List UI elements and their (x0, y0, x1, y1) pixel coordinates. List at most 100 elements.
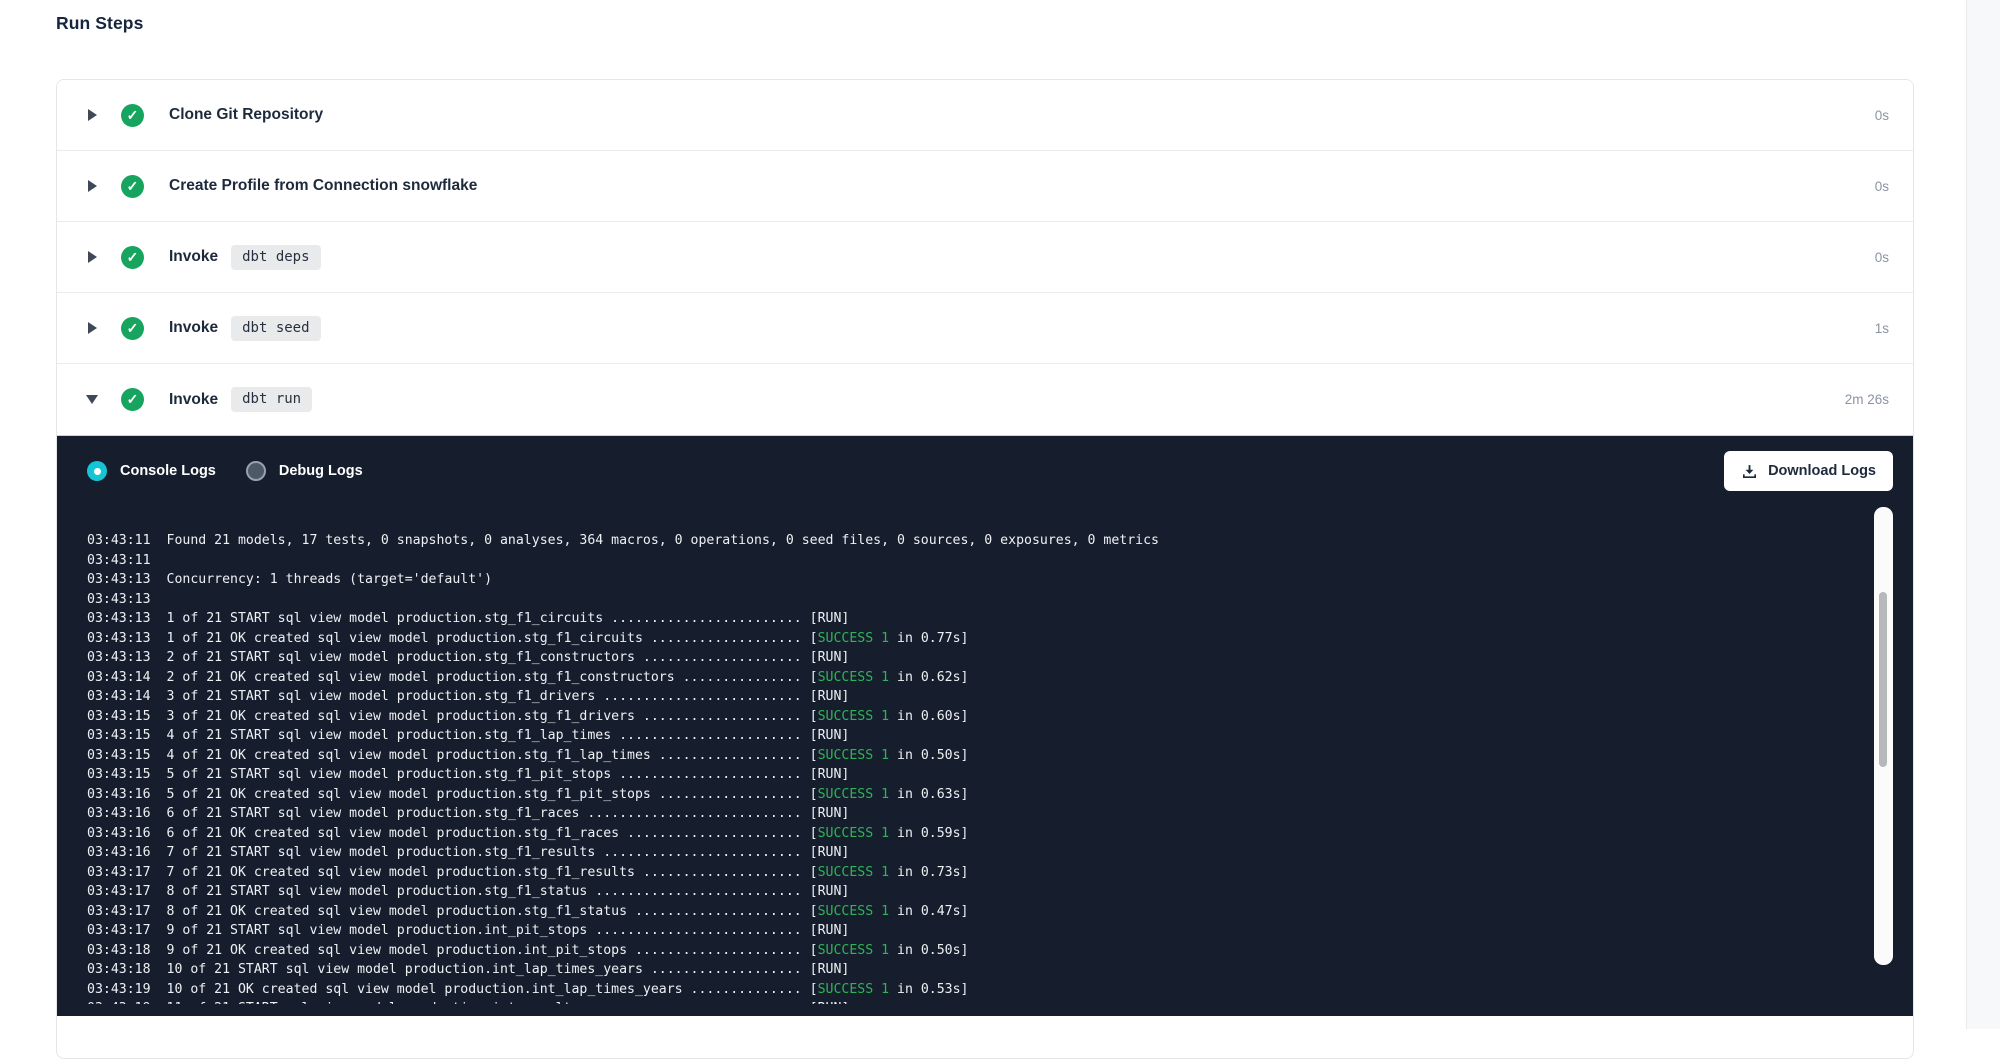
log-timestamp: 03:43:17 (87, 884, 151, 899)
log-timestamp: 03:43:11 (87, 553, 151, 568)
log-status-success: SUCCESS 1 (818, 709, 889, 724)
step-row[interactable]: ✓ Invoke dbt run 2m 26s (57, 364, 1913, 435)
log-status: [RUN] (802, 1001, 850, 1004)
log-line: 03:43:166 of 21 OK created sql view mode… (87, 824, 1853, 844)
step-command-badge: dbt deps (231, 245, 320, 270)
step-row[interactable]: ✓ Invoke dbt deps 0s (57, 222, 1913, 293)
log-message: 2 of 21 START sql view model production.… (167, 650, 802, 665)
log-line: 03:43:154 of 21 START sql view model pro… (87, 726, 1853, 746)
download-logs-button[interactable]: Download Logs (1724, 451, 1893, 491)
console-log-view[interactable]: 03:43:11 Found 21 models, 17 tests, 0 sna… (87, 502, 1853, 1004)
log-timestamp: 03:43:14 (87, 689, 151, 704)
log-message: 1 of 21 OK created sql view model produc… (167, 631, 802, 646)
success-check-icon: ✓ (121, 246, 144, 269)
log-message: 6 of 21 START sql view model production.… (167, 806, 802, 821)
log-timestamp: 03:43:18 (87, 962, 151, 977)
log-status: [SUCCESS 1 in 0.53s] (802, 982, 969, 997)
log-status-success: SUCCESS 1 (818, 904, 889, 919)
log-status: [SUCCESS 1 in 0.60s] (802, 709, 969, 724)
log-line: 03:43:13Concurrency: 1 threads (target='… (87, 570, 1853, 590)
step-duration: 0s (1875, 179, 1889, 194)
log-timestamp: 03:43:13 (87, 631, 151, 646)
log-scrollbar-thumb[interactable] (1879, 592, 1887, 767)
log-message: 8 of 21 START sql view model production.… (167, 884, 802, 899)
log-status-success: SUCCESS 1 (818, 787, 889, 802)
log-status: [RUN] (802, 923, 850, 938)
step-row[interactable]: ✓Invokedbt seed1s (57, 293, 1913, 364)
step-title: Invoke (169, 391, 218, 409)
step-command-badge: dbt run (231, 387, 312, 412)
log-message: 10 of 21 OK created sql view model produ… (167, 982, 802, 997)
log-status-success: SUCCESS 1 (818, 670, 889, 685)
chevron-right-icon[interactable] (85, 319, 99, 337)
log-message: 1 of 21 START sql view model production.… (167, 611, 802, 626)
log-timestamp: 03:43:16 (87, 787, 151, 802)
chevron-right-icon[interactable] (85, 106, 99, 124)
log-message: Found 21 models, 17 tests, 0 snapshots, … (167, 533, 1159, 548)
log-timestamp: 03:43:13 (87, 611, 151, 626)
log-timestamp: 03:43:15 (87, 767, 151, 782)
step-title: Invoke (169, 248, 218, 266)
log-status-success: SUCCESS 1 (818, 748, 889, 763)
page-right-gutter (1966, 0, 2000, 1029)
log-timestamp: 03:43:11 (87, 533, 151, 548)
log-lines: 03:43:11 Found 21 models, 17 tests, 0 sna… (87, 531, 1853, 1004)
log-timestamp: 03:43:15 (87, 709, 151, 724)
log-line: 03:43:1910 of 21 OK created sql view mod… (87, 980, 1853, 1000)
console-header: Console Logs Debug Logs Download Logs (57, 436, 1913, 502)
log-line: 03:43:177 of 21 OK created sql view mode… (87, 863, 1853, 883)
log-line: 03:43:143 of 21 START sql view model pro… (87, 687, 1853, 707)
radio-icon-debug-logs[interactable] (246, 461, 266, 481)
log-line: 03:43:16 7 of 21 START sql view model pro… (87, 843, 1853, 863)
log-line: 03:43:1911 of 21 START sql view model pr… (87, 999, 1853, 1004)
log-line: 03:43:16 6 of 21 START sql view model pro… (87, 804, 1853, 824)
step-duration: 2m 26s (1845, 392, 1889, 407)
chevron-right-icon[interactable] (85, 248, 99, 266)
log-message: 3 of 21 OK created sql view model produc… (167, 709, 802, 724)
log-message: 7 of 21 START sql view model production.… (167, 845, 802, 860)
log-status: [RUN] (802, 845, 850, 860)
log-status: [RUN] (802, 884, 850, 899)
radio-icon-console-logs[interactable] (87, 461, 107, 481)
log-status: [SUCCESS 1 in 0.50s] (802, 748, 969, 763)
log-status: [SUCCESS 1 in 0.63s] (802, 787, 969, 802)
log-timestamp: 03:43:15 (87, 748, 151, 763)
success-check-icon: ✓ (121, 175, 144, 198)
step-duration: 0s (1875, 250, 1889, 265)
step-row[interactable]: ✓Create Profile from Connection snowflak… (57, 151, 1913, 222)
log-status: [SUCCESS 1 in 0.77s] (802, 631, 969, 646)
log-line: 03:43:17 8 of 21 START sql view model pro… (87, 882, 1853, 902)
log-timestamp: 03:43:13 (87, 592, 151, 607)
success-check-icon: ✓ (121, 388, 144, 411)
log-timestamp: 03:43:16 (87, 826, 151, 841)
log-status: [SUCCESS 1 in 0.47s] (802, 904, 969, 919)
log-line: 03:43:165 of 21 OK created sql view mode… (87, 785, 1853, 805)
radio-label-debug-logs: Debug Logs (279, 463, 363, 479)
log-status: [SUCCESS 1 in 0.59s] (802, 826, 969, 841)
log-status: [RUN] (802, 767, 850, 782)
log-scrollbar-track[interactable] (1874, 507, 1893, 965)
log-line: 03:43:142 of 21 OK created sql view mode… (87, 668, 1853, 688)
log-status: [RUN] (802, 728, 850, 743)
log-status: [SUCCESS 1 in 0.62s] (802, 670, 969, 685)
console-panel: Console Logs Debug Logs Download Logs 03:… (57, 435, 1913, 1016)
chevron-right-icon[interactable] (85, 177, 99, 195)
log-status: [RUN] (802, 689, 850, 704)
success-check-icon: ✓ (121, 317, 144, 340)
log-line: 03:43:179 of 21 START sql view model pro… (87, 921, 1853, 941)
log-status: [RUN] (802, 962, 850, 977)
page-title: Run Steps (56, 13, 143, 34)
chevron-down-icon[interactable] (85, 391, 99, 409)
radio-console-logs[interactable]: Console Logs (87, 461, 216, 481)
log-line: 03:43:132 of 21 START sql view model pro… (87, 648, 1853, 668)
log-timestamp: 03:43:16 (87, 845, 151, 860)
log-line: 03:43:155 of 21 START sql view model pro… (87, 765, 1853, 785)
log-timestamp: 03:43:14 (87, 670, 151, 685)
radio-debug-logs[interactable]: Debug Logs (246, 461, 363, 481)
run-steps-card: ✓Clone Git Repository0s✓Create Profile f… (56, 79, 1914, 1059)
log-message: 9 of 21 OK created sql view model produc… (167, 943, 802, 958)
step-row[interactable]: ✓Clone Git Repository0s (57, 80, 1913, 151)
steps-list: ✓Clone Git Repository0s✓Create Profile f… (57, 80, 1913, 435)
log-timestamp: 03:43:13 (87, 572, 151, 587)
log-timestamp: 03:43:16 (87, 806, 151, 821)
